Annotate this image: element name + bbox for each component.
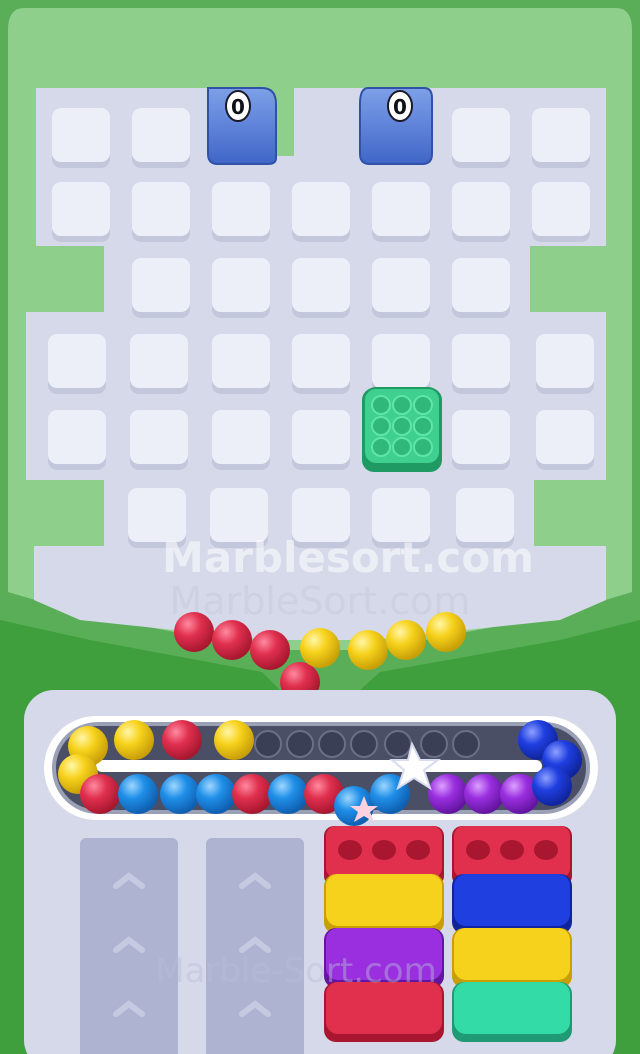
board-tile[interactable]: [212, 334, 270, 394]
board-tile[interactable]: [452, 108, 510, 168]
green-piece-stud: [413, 395, 433, 415]
green-piece-stud: [413, 437, 433, 457]
dispenser-left-counter: 0: [231, 95, 245, 119]
board-tile[interactable]: [48, 334, 106, 394]
green-piece-studs: [371, 395, 433, 457]
board-tile[interactable]: [52, 108, 110, 168]
board-tile[interactable]: [372, 182, 430, 242]
board-tile[interactable]: [452, 334, 510, 394]
empty-marble-slot: [286, 730, 314, 758]
conveyor-divider: [96, 760, 542, 772]
marble-yellow: [426, 612, 466, 652]
sorting-stack-1[interactable]: [324, 826, 444, 1042]
marble-red: [174, 612, 214, 652]
green-piece-stud: [371, 437, 391, 457]
marble-blue: [118, 774, 158, 814]
stack-layer-yellow: [454, 928, 570, 980]
marble-yellow: [114, 720, 154, 760]
marble-yellow: [348, 630, 388, 670]
sorting-stack-2[interactable]: [452, 826, 572, 1042]
marble-yellow: [386, 620, 426, 660]
marble-red: [250, 630, 290, 670]
board-tile[interactable]: [532, 182, 590, 242]
marble-blue: [196, 774, 236, 814]
board-tile[interactable]: [372, 334, 430, 394]
empty-marble-slot: [420, 730, 448, 758]
green-piece[interactable]: [362, 387, 442, 472]
game-scene: 0 0 Marblesort.com MarbleSort.com Marble…: [0, 0, 640, 1054]
cap-hole: [372, 840, 396, 860]
board-tile[interactable]: [292, 410, 350, 470]
green-piece-stud: [392, 416, 412, 436]
empty-marble-slot: [384, 730, 412, 758]
empty-marble-slot: [452, 730, 480, 758]
board-tile[interactable]: [48, 410, 106, 470]
board-tile[interactable]: [212, 182, 270, 242]
marble-yellow: [214, 720, 254, 760]
board-tile[interactable]: [212, 410, 270, 470]
marble-blue: [532, 766, 572, 806]
board-tile[interactable]: [52, 182, 110, 242]
marble-red: [212, 620, 252, 660]
dispenser-right-counter: 0: [393, 95, 407, 119]
watermark-secondary: MarbleSort.com: [170, 579, 471, 623]
board-tile[interactable]: [292, 258, 350, 318]
watermark-primary: Marblesort.com: [162, 533, 534, 582]
sorting-empty-slot-2[interactable]: [206, 838, 304, 1054]
cap-hole: [406, 840, 430, 860]
green-piece-stud: [413, 416, 433, 436]
board-tile[interactable]: [452, 182, 510, 242]
board-tile[interactable]: [532, 108, 590, 168]
green-piece-stud: [392, 437, 412, 457]
marble-purple: [428, 774, 468, 814]
empty-marble-slot: [254, 730, 282, 758]
cap-hole: [338, 840, 362, 860]
marble-yellow: [300, 628, 340, 668]
board-tile[interactable]: [372, 258, 430, 318]
board-tile[interactable]: [536, 410, 594, 470]
sorting-columns: [80, 826, 572, 1054]
dispenser-right[interactable]: 0: [359, 87, 433, 165]
board-tile[interactable]: [132, 258, 190, 318]
board-tile[interactable]: [130, 410, 188, 470]
marble-red: [232, 774, 272, 814]
green-piece-stud: [392, 395, 412, 415]
board-tile[interactable]: [452, 258, 510, 318]
game-screen: 0 0 Marblesort.com MarbleSort.com Marble…: [0, 0, 640, 1054]
empty-marble-slot: [350, 730, 378, 758]
board-tile[interactable]: [132, 108, 190, 168]
stack-layer-yellow: [326, 874, 442, 926]
board-tile[interactable]: [212, 258, 270, 318]
board-tile[interactable]: [292, 334, 350, 394]
green-piece-stud: [371, 395, 391, 415]
board-tile[interactable]: [536, 334, 594, 394]
stack-layer-blue: [454, 874, 570, 926]
board-tile[interactable]: [292, 182, 350, 242]
marble-red: [162, 720, 202, 760]
stack-layer-teal: [454, 982, 570, 1034]
sorting-empty-slot-1[interactable]: [80, 838, 178, 1054]
marble-blue: [268, 774, 308, 814]
green-piece-stud: [371, 416, 391, 436]
cap-hole: [534, 840, 558, 860]
marble-red: [80, 774, 120, 814]
empty-column-slot: [80, 838, 178, 1054]
cap-hole: [500, 840, 524, 860]
board-tile[interactable]: [132, 182, 190, 242]
board-tile[interactable]: [452, 410, 510, 470]
empty-marble-slot: [318, 730, 346, 758]
empty-column-slot: [206, 838, 304, 1054]
marble-blue: [160, 774, 200, 814]
watermark-faint: Marble-Sort.com: [155, 951, 436, 991]
board-tile[interactable]: [130, 334, 188, 394]
dispenser-left[interactable]: 0: [207, 87, 277, 165]
cap-hole: [466, 840, 490, 860]
marble-purple: [464, 774, 504, 814]
